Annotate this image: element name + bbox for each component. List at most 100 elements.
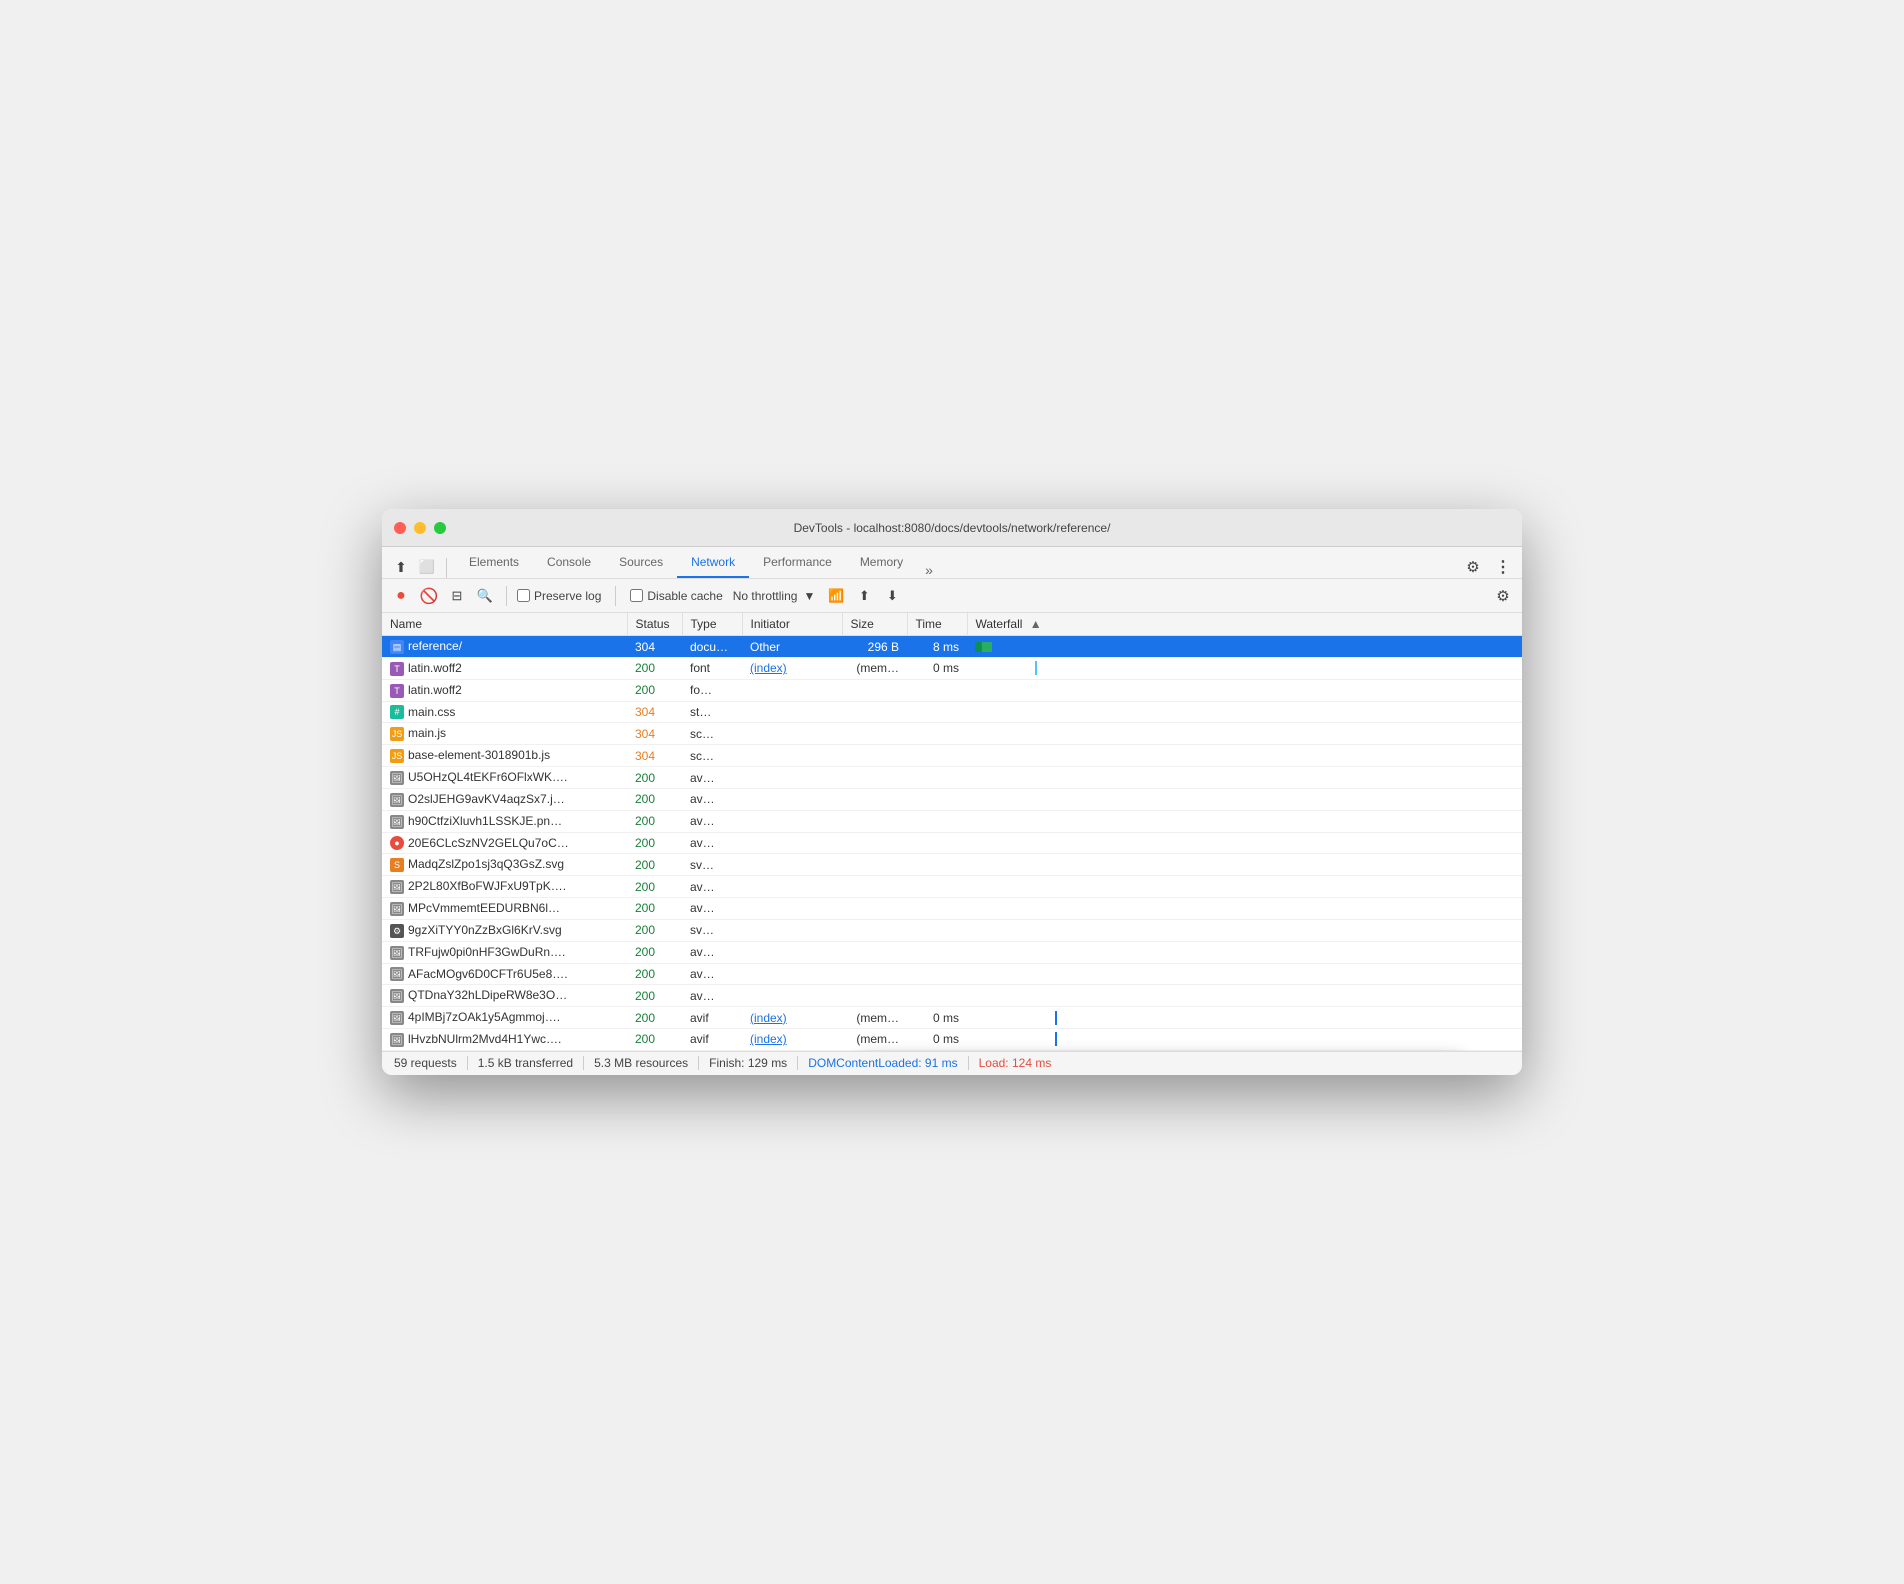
cell-type: av… (682, 876, 742, 898)
network-table-container: Name Status Type Initiator Size Time Wat… (382, 613, 1522, 1051)
cell-initiator (742, 985, 842, 1007)
cell-time: 0 ms (907, 1007, 967, 1029)
cell-initiator: (index) (742, 1007, 842, 1029)
wifi-icon[interactable]: 📶 (825, 585, 847, 607)
cell-initiator (742, 919, 842, 941)
throttle-select[interactable]: No throttling ▼ (729, 587, 820, 605)
cell-initiator (742, 701, 842, 723)
cell-initiator (742, 767, 842, 789)
tab-sources[interactable]: Sources (605, 547, 677, 578)
cell-time (907, 854, 967, 876)
cell-size (842, 723, 907, 745)
network-table-scroll[interactable]: Name Status Type Initiator Size Time Wat… (382, 613, 1522, 1051)
cell-type: av… (682, 788, 742, 810)
cell-time (907, 810, 967, 832)
table-row[interactable]: 🖼MPcVmmemtEEDURBN6l…200av… (382, 898, 1522, 920)
cell-initiator (742, 876, 842, 898)
network-settings-icon[interactable]: ⚙ (1492, 585, 1514, 607)
col-header-time[interactable]: Time (907, 613, 967, 636)
cell-status: 200 (627, 985, 682, 1007)
tab-bar: ⬆ ⬜ Elements Console Sources Network Per… (382, 547, 1522, 579)
cell-initiator (742, 745, 842, 767)
tab-console[interactable]: Console (533, 547, 605, 578)
cell-type: av… (682, 963, 742, 985)
maximize-button[interactable] (434, 522, 446, 534)
preserve-log-checkbox[interactable]: Preserve log (517, 589, 601, 603)
cell-status: 200 (627, 679, 682, 701)
cell-name: 🖼QTDnaY32hLDipeRW8e3O… (382, 985, 627, 1007)
cell-status: 200 (627, 810, 682, 832)
table-row[interactable]: 🖼U5OHzQL4tEKFr6OFlxWK….200av… (382, 767, 1522, 789)
table-row[interactable]: 🖼AFacMOgv6D0CFTr6U5e8….200av… (382, 963, 1522, 985)
table-row[interactable]: 🖼lHvzbNUlrm2Mvd4H1Ywc….200avif(index)(me… (382, 1029, 1522, 1051)
cell-waterfall (967, 788, 1522, 810)
search-icon[interactable]: 🔍 (474, 585, 496, 607)
table-row[interactable]: 🖼4pIMBj7zOAk1y5Agmmoj….200avif(index)(me… (382, 1007, 1522, 1029)
table-row[interactable]: ●20E6CLcSzNV2GELQu7oC…200av… (382, 832, 1522, 854)
col-header-initiator[interactable]: Initiator (742, 613, 842, 636)
cell-size (842, 963, 907, 985)
clear-button[interactable]: 🚫 (418, 585, 440, 607)
close-button[interactable] (394, 522, 406, 534)
table-row[interactable]: Tlatin.woff2200fo… (382, 679, 1522, 701)
record-button[interactable]: ● (390, 585, 412, 607)
cell-size (842, 985, 907, 1007)
cell-waterfall (967, 767, 1522, 789)
table-row[interactable]: Tlatin.woff2200font(index)(mem…0 ms (382, 657, 1522, 679)
resources-size: 5.3 MB resources (594, 1056, 688, 1070)
col-header-name[interactable]: Name (382, 613, 627, 636)
cell-status: 304 (627, 636, 682, 658)
settings-icon[interactable]: ⚙ (1462, 556, 1484, 578)
cell-status: 304 (627, 701, 682, 723)
cell-time (907, 876, 967, 898)
more-tabs-button[interactable]: » (917, 562, 941, 578)
cell-status: 200 (627, 854, 682, 876)
cell-size: 296 B (842, 636, 907, 658)
more-options-icon[interactable]: ⋮ (1492, 556, 1514, 578)
tab-network[interactable]: Network (677, 547, 749, 578)
cell-size (842, 745, 907, 767)
table-row[interactable]: ⚙9gzXiTYY0nZzBxGl6KrV.svg200sv… (382, 919, 1522, 941)
device-toggle-icon[interactable]: ⬜ (416, 556, 438, 578)
table-row[interactable]: 🖼2P2L80XfBoFWJFxU9TpK….200av… (382, 876, 1522, 898)
table-row[interactable]: 🖼O2slJEHG9avKV4aqzSx7.j…200av… (382, 788, 1522, 810)
cell-status: 200 (627, 876, 682, 898)
table-row[interactable]: 🖼QTDnaY32hLDipeRW8e3O…200av… (382, 985, 1522, 1007)
titlebar: DevTools - localhost:8080/docs/devtools/… (382, 509, 1522, 547)
disable-cache-checkbox[interactable]: Disable cache (630, 589, 722, 603)
table-row[interactable]: #main.css304st… (382, 701, 1522, 723)
cell-type: font (682, 657, 742, 679)
table-row[interactable]: 🖼h90CtfziXluvh1LSSKJE.pn…200av… (382, 810, 1522, 832)
filter-bar: ● 🚫 ⊟ 🔍 Preserve log Disable cache No th… (382, 579, 1522, 613)
cell-waterfall (967, 832, 1522, 854)
cell-time: 0 ms (907, 1029, 967, 1051)
cell-initiator (742, 963, 842, 985)
filter-icon[interactable]: ⊟ (446, 585, 468, 607)
cell-initiator: (index) (742, 657, 842, 679)
dom-content-loaded: DOMContentLoaded: 91 ms (808, 1056, 957, 1070)
col-header-type[interactable]: Type (682, 613, 742, 636)
table-row[interactable]: JSmain.js304sc… (382, 723, 1522, 745)
col-header-waterfall[interactable]: Waterfall ▲ (967, 613, 1522, 636)
upload-icon[interactable]: ⬆ (853, 585, 875, 607)
status-bar: 59 requests 1.5 kB transferred 5.3 MB re… (382, 1051, 1522, 1075)
cell-type: sv… (682, 854, 742, 876)
download-icon[interactable]: ⬇ (881, 585, 903, 607)
tab-elements[interactable]: Elements (455, 547, 533, 578)
cell-name: 🖼AFacMOgv6D0CFTr6U5e8…. (382, 963, 627, 985)
cell-waterfall (967, 723, 1522, 745)
minimize-button[interactable] (414, 522, 426, 534)
table-row[interactable]: JSbase-element-3018901b.js304sc… (382, 745, 1522, 767)
cursor-tool-icon[interactable]: ⬆ (390, 556, 412, 578)
table-row[interactable]: 🖼TRFujw0pi0nHF3GwDuRn….200av… (382, 941, 1522, 963)
cell-type: av… (682, 941, 742, 963)
cell-initiator (742, 941, 842, 963)
tab-memory[interactable]: Memory (846, 547, 917, 578)
table-row[interactable]: ▤reference/304docu…Other296 B8 ms (382, 636, 1522, 658)
cell-time (907, 985, 967, 1007)
col-header-size[interactable]: Size (842, 613, 907, 636)
table-row[interactable]: SMadqZslZpo1sj3qQ3GsZ.svg200sv… (382, 854, 1522, 876)
cell-waterfall (967, 636, 1522, 658)
col-header-status[interactable]: Status (627, 613, 682, 636)
tab-performance[interactable]: Performance (749, 547, 846, 578)
